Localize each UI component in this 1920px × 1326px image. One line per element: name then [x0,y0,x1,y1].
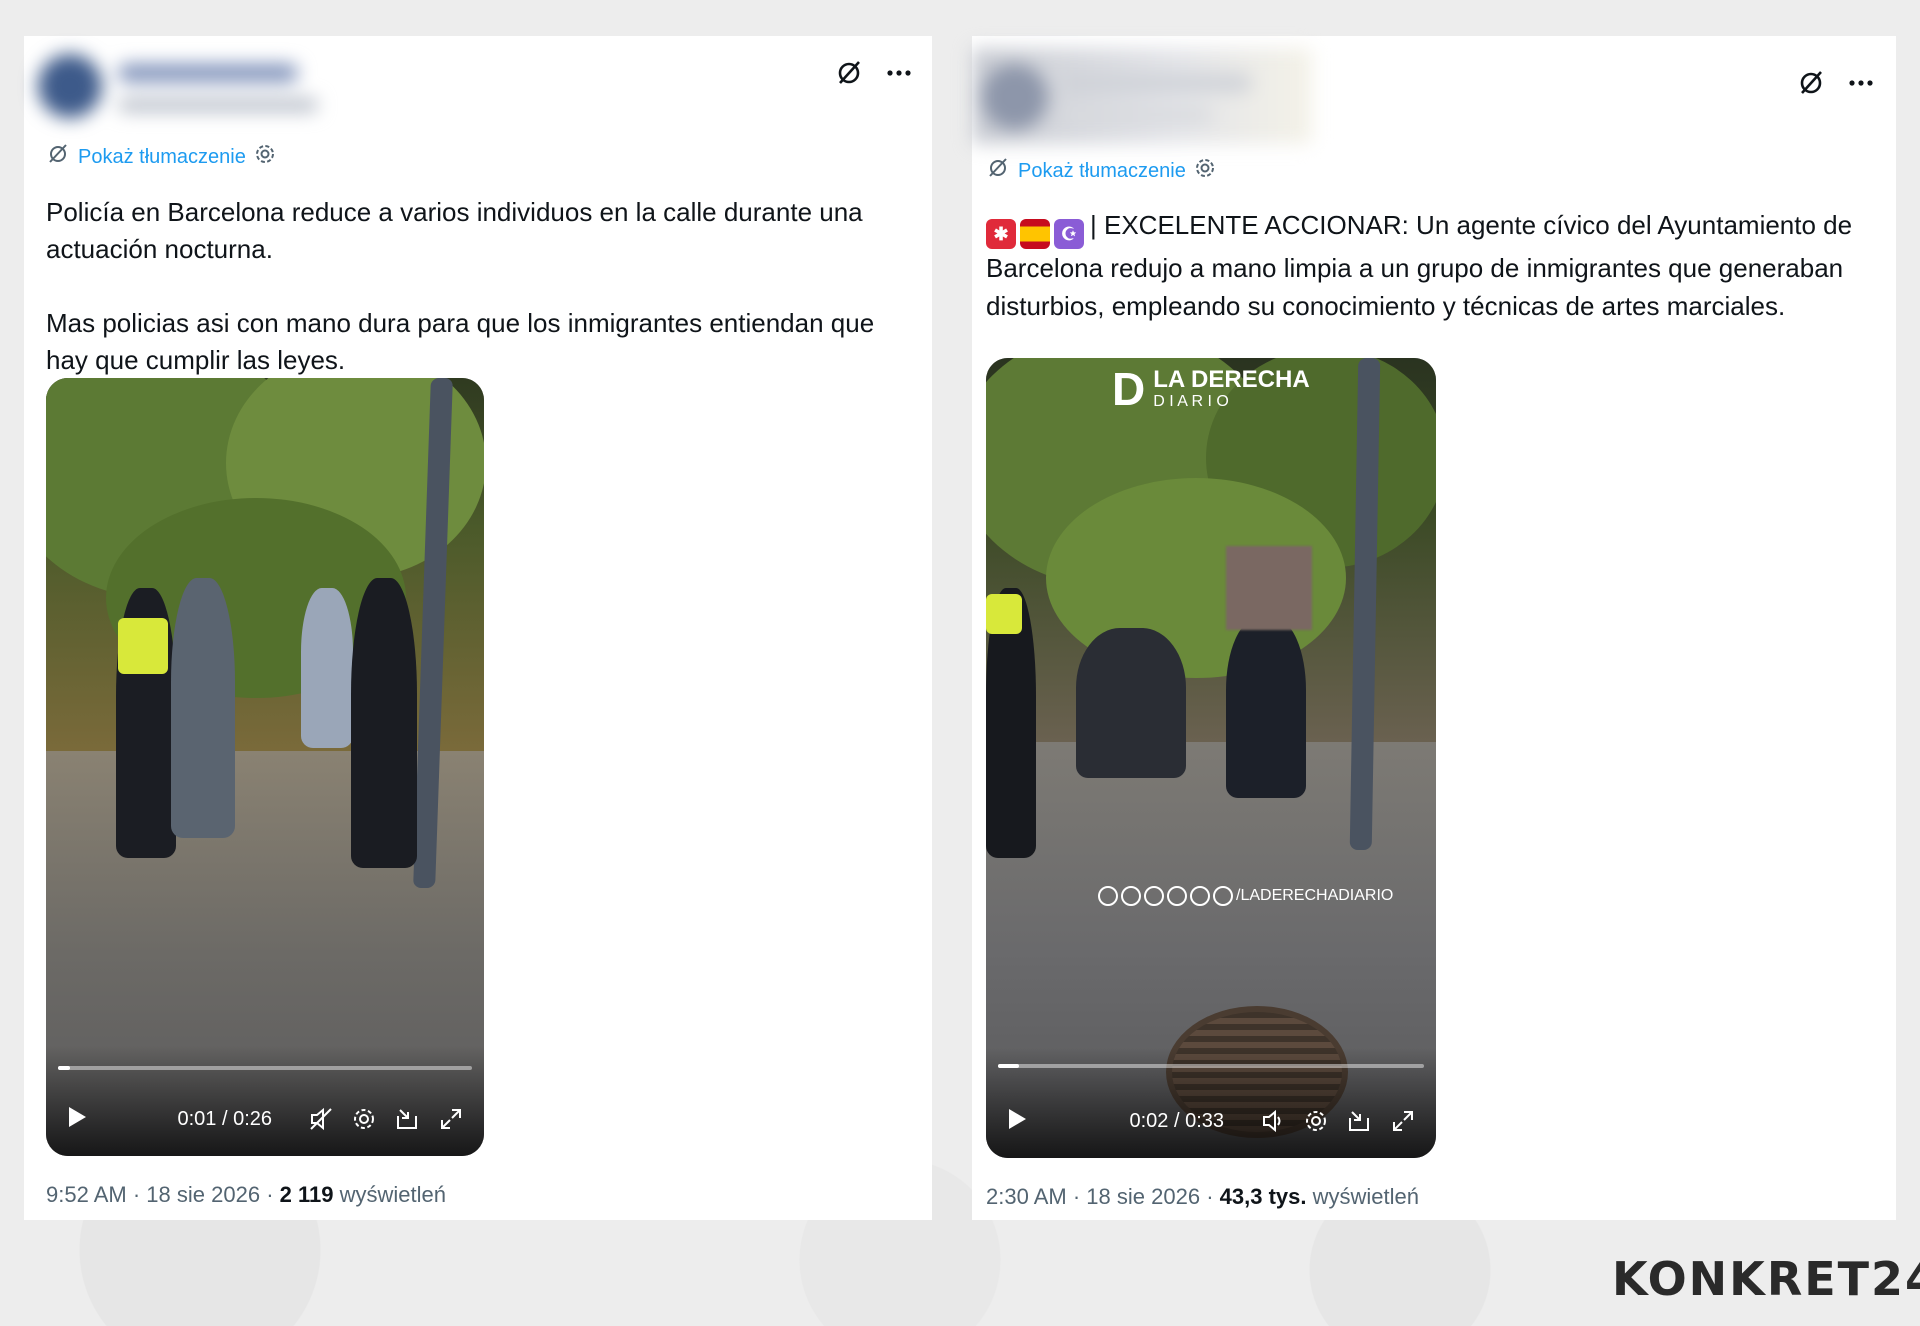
settings-icon[interactable] [1304,1109,1328,1133]
views-label: wyświetleń [1312,1184,1419,1209]
author-name-blurred [118,64,298,82]
video-player[interactable]: 0:01 / 0:26 [46,378,484,1156]
author-handle-blurred [118,98,318,112]
meta-separator: · [266,1182,280,1207]
post-card-left: Pokaż tłumaczenie Policía en Barcelona r… [24,36,932,1220]
watermark-logo: D LA DERECHA D I A R I O [1112,366,1310,412]
picture-in-picture-icon[interactable] [1346,1108,1372,1134]
post-date[interactable]: 18 sie 2026 [1086,1184,1200,1209]
post-time[interactable]: 9:52 AM [46,1182,127,1207]
watermark-title: LA DERECHA [1153,366,1310,393]
author-handle-blurred [1062,108,1212,122]
spain-flag-emoji [1020,219,1050,249]
author-blurred [972,48,1312,144]
crescent-emoji: ☪ [1054,219,1084,249]
person-figure [171,578,235,838]
watermark-handle: /LADERECHADIARIO [1236,887,1394,904]
video-progress-bar[interactable] [998,1064,1424,1068]
post-header-actions [1796,68,1874,98]
views-label: wyświetleń [339,1182,446,1207]
play-icon[interactable] [1006,1107,1028,1136]
meta-separator: · [1072,1184,1087,1209]
video-control-row: 0:01 / 0:26 [66,1102,464,1136]
post-text: ✱ ☪ | EXCELENTE ACCIONAR: Un agente cívico… [986,206,1866,325]
play-icon[interactable] [66,1105,88,1134]
picture-in-picture-icon[interactable] [394,1106,420,1132]
safety-vest [986,594,1022,634]
x-social-icon [1098,886,1118,906]
post-meta: 9:52 AM · 18 sie 2026 · 2 119 wyświetleń [46,1182,446,1208]
meta-separator: · [1206,1184,1220,1209]
post-date[interactable]: 18 sie 2026 [146,1182,260,1207]
watermark-subtitle: D I A R I O [1153,393,1229,410]
grok-icon[interactable] [834,58,864,88]
instagram-social-icon [1121,886,1141,906]
more-options-icon[interactable] [1848,79,1874,87]
watermark-text: LA DERECHA D I A R I O [1153,367,1309,411]
video-time: 0:02 / 0:33 [1129,1109,1224,1132]
post-time[interactable]: 2:30 AM [986,1184,1067,1209]
show-translation-link[interactable]: Pokaż tłumaczenie [986,156,1216,186]
show-translation-link[interactable]: Pokaż tłumaczenie [46,142,276,172]
avatar [38,54,102,118]
video-progress-bar[interactable] [58,1066,472,1070]
grok-translate-icon [46,142,70,172]
grok-translate-icon [986,156,1010,186]
meta-separator: · [132,1182,147,1207]
d-logo-icon: D [1112,363,1146,415]
konkret24-logo: KONKRET24 [1612,1252,1920,1306]
person-figure [1226,618,1306,798]
more-options-icon[interactable] [886,69,912,77]
post-card-right: Pokaż tłumaczenie ✱ ☪ | EXCELENTE ACCIONAR… [972,36,1896,1220]
post-text-body: | EXCELENTE ACCIONAR: Un agente cívico d… [986,210,1860,321]
author-name-blurred [1062,74,1252,92]
views-count: 43,3 tys. [1219,1184,1307,1209]
safety-vest [118,618,168,674]
post-meta: 2:30 AM · 18 sie 2026 · 43,3 tys. wyświe… [986,1184,1419,1210]
author-blurred [38,46,338,126]
facebook-social-icon [1167,886,1187,906]
settings-icon[interactable] [254,143,276,171]
video-controls: 0:01 / 0:26 [46,1046,484,1156]
show-translation-label: Pokaż tłumaczenie [78,145,246,168]
video-controls: 0:02 / 0:33 [986,1048,1436,1158]
fullscreen-icon[interactable] [438,1106,464,1132]
video-player[interactable]: D LA DERECHA D I A R I O /LADERECHADIARI… [986,358,1436,1158]
censored-face [1226,546,1312,630]
muted-speaker-icon[interactable] [308,1106,334,1132]
post-text: Policía en Barcelona reduce a varios ind… [46,197,875,375]
siren-emoji: ✱ [986,219,1016,249]
show-translation-label: Pokaż tłumaczenie [1018,159,1186,182]
settings-icon[interactable] [1194,157,1216,185]
post-header-actions [834,58,912,88]
youtube-social-icon [1144,886,1164,906]
video-progress-fill [58,1066,71,1070]
views-count: 2 119 [279,1182,334,1207]
person-figure [1076,628,1186,778]
video-progress-fill [998,1064,1020,1068]
video-time: 0:01 / 0:26 [177,1107,272,1130]
social-handle-watermark: /LADERECHADIARIO [1098,886,1393,906]
video-control-row: 0:02 / 0:33 [1006,1104,1416,1138]
avatar [982,64,1048,130]
settings-icon[interactable] [352,1107,376,1131]
tiktok-social-icon [1190,886,1210,906]
whatsapp-social-icon [1213,886,1233,906]
person-figure [301,588,353,748]
emoji-group: ✱ ☪ [986,219,1084,249]
speaker-icon[interactable] [1260,1108,1286,1134]
fullscreen-icon[interactable] [1390,1108,1416,1134]
grok-icon[interactable] [1796,68,1826,98]
person-figure [351,578,417,868]
